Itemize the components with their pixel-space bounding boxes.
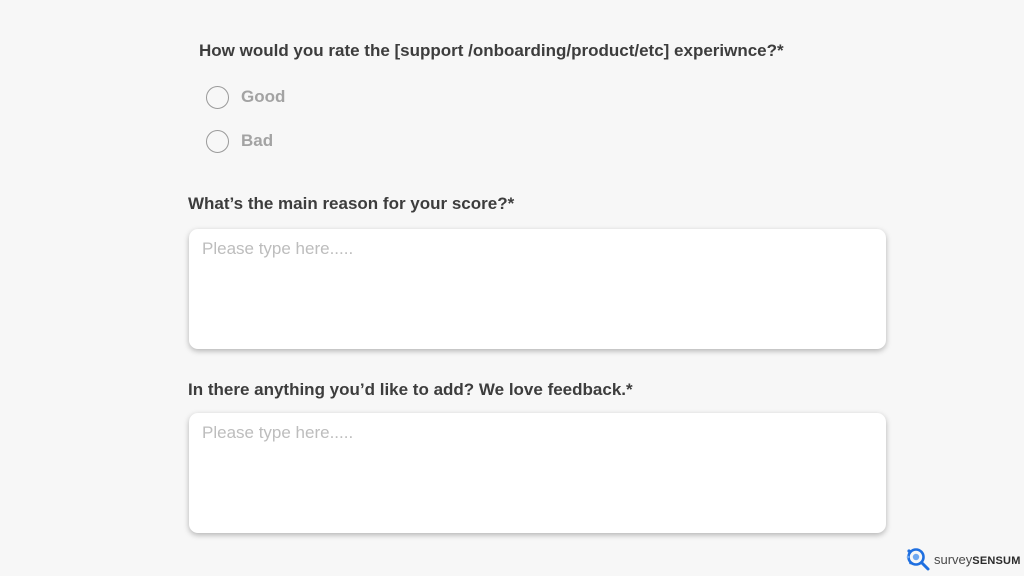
reason-textarea[interactable] [189, 229, 886, 349]
logo-wordmark: survey SENSUM [934, 552, 1021, 567]
question-feedback-title: In there anything you’d like to add? We … [188, 380, 633, 399]
surveysensum-logo: survey SENSUM [905, 546, 1021, 572]
radio-option-good[interactable]: Good [206, 83, 285, 111]
radio-label-bad: Bad [241, 131, 274, 150]
logo-word-sensum: SENSUM [972, 554, 1021, 567]
radio-label-good: Good [241, 87, 286, 106]
radio-option-bad[interactable]: Bad [206, 127, 273, 155]
radio-button-bad[interactable] [206, 129, 229, 153]
search-magnifier-icon [906, 548, 930, 571]
question-reason-title: What’s the main reason for your score?* [188, 194, 515, 213]
logo-word-survey: survey [934, 551, 973, 567]
radio-button-good[interactable] [206, 85, 229, 109]
feedback-textarea[interactable] [189, 413, 886, 533]
question-rating-title: How would you rate the [support /onboard… [199, 41, 784, 60]
